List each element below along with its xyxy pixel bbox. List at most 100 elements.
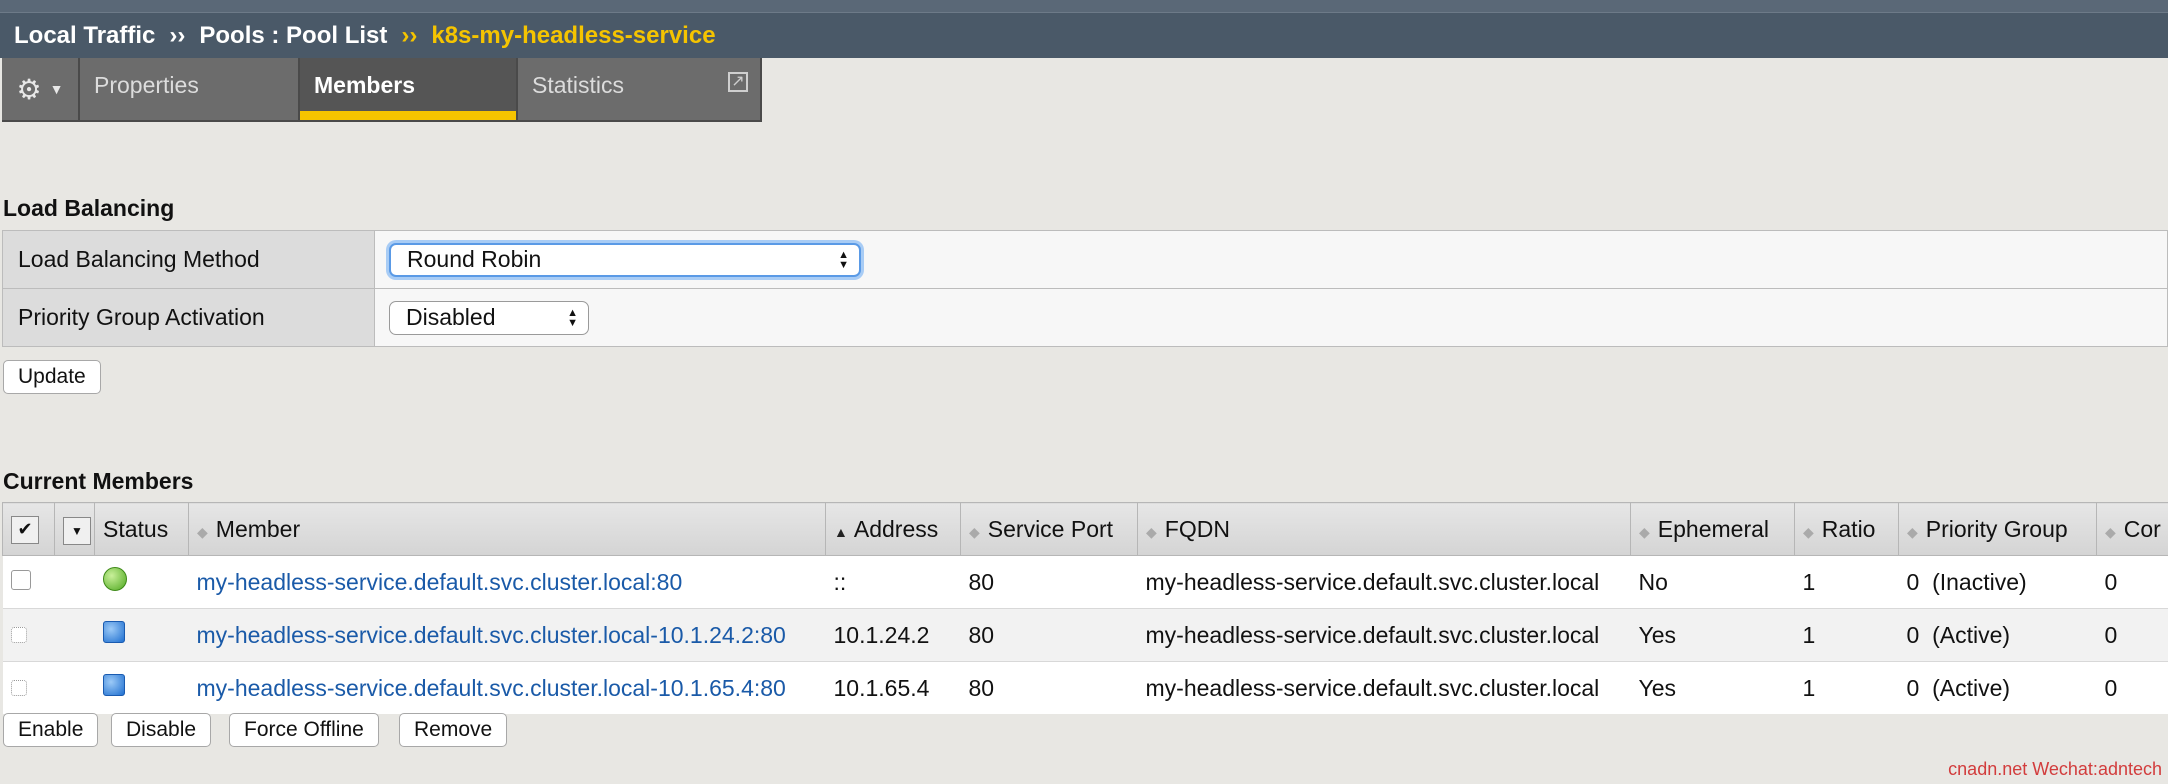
tab-statistics-label: Statistics [532, 72, 625, 98]
current-members-title: Current Members [3, 468, 194, 494]
member-ratio: 1 [1794, 661, 1899, 714]
member-link[interactable]: my-headless-service.default.svc.cluster.… [188, 661, 826, 714]
status-available-icon [102, 567, 127, 591]
member-link[interactable]: my-headless-service.default.svc.cluster.… [188, 608, 826, 662]
member-address: :: [825, 555, 961, 609]
member-ephemeral: Yes [1630, 608, 1795, 662]
priority-state: (Active) [1932, 621, 2011, 648]
tab-statistics[interactable]: Statistics ↗ [518, 58, 762, 122]
priority-group-value: Disabled [406, 304, 496, 330]
col-fqdn-label: FQDN [1164, 515, 1230, 542]
select-arrows-icon: ▲ ▼ [567, 306, 578, 329]
member-fqdn: my-headless-service.default.svc.cluster.… [1137, 555, 1631, 609]
member-priority-group: 0 (Active) [1898, 661, 2097, 714]
member-connection-limit: 0 [2096, 555, 2168, 609]
col-connection-limit-label: Cor [2123, 515, 2161, 542]
status-unknown-icon [102, 621, 125, 643]
col-address-label: Address [853, 515, 939, 542]
col-ephemeral-label: Ephemeral [1657, 515, 1770, 542]
tab-properties[interactable]: Properties [80, 58, 300, 122]
table-header-row: ✔ ▼ Status ◆ Member ▲ Address ◆ Service Por… [2, 502, 2168, 556]
tab-members[interactable]: Members [300, 58, 518, 122]
member-connection-limit: 0 [2096, 608, 2168, 662]
top-strip [0, 0, 2168, 12]
priority-value: 0 [1906, 568, 1920, 595]
sort-icon: ◆ [1639, 523, 1650, 540]
table-row: my-headless-service.default.svc.cluster.… [2, 661, 2168, 714]
member-port: 80 [960, 608, 1138, 662]
select-arrows-icon: ▲ ▼ [838, 248, 849, 271]
col-ephemeral[interactable]: ◆ Ephemeral [1630, 502, 1795, 556]
col-fqdn[interactable]: ◆ FQDN [1137, 502, 1631, 556]
tab-bar: ⚙ ▼ Properties Members Statistics ↗ [2, 58, 762, 122]
row-checkbox[interactable] [10, 626, 27, 643]
row-checkbox[interactable] [10, 569, 31, 590]
chevron-down-icon: ▼ [49, 81, 64, 97]
gear-icon: ⚙ [16, 73, 42, 105]
select-all-checkbox[interactable]: ✔ [11, 515, 39, 544]
sort-icon: ◆ [1146, 523, 1157, 540]
member-address: 10.1.65.4 [825, 661, 961, 714]
breadcrumb: Local Traffic ›› Pools : Pool List ›› k8… [0, 12, 2168, 58]
col-status[interactable]: Status [94, 502, 189, 556]
member-ratio: 1 [1794, 608, 1899, 662]
member-ratio: 1 [1794, 555, 1899, 609]
col-member-label: Member [215, 515, 301, 542]
member-ephemeral: No [1630, 555, 1795, 609]
sort-icon: ◆ [2105, 523, 2116, 540]
status-unknown-icon [102, 674, 125, 696]
popout-icon[interactable]: ↗ [728, 72, 748, 92]
col-service-port[interactable]: ◆ Service Port [960, 502, 1138, 556]
member-port: 80 [960, 555, 1138, 609]
breadcrumb-pool-list[interactable]: Pools : Pool List [199, 22, 387, 50]
tab-settings-menu[interactable]: ⚙ ▼ [2, 58, 80, 122]
table-row: my-headless-service.default.svc.cluster.… [2, 608, 2168, 662]
col-priority-group[interactable]: ◆ Priority Group [1898, 502, 2097, 556]
sort-icon: ◆ [1803, 523, 1814, 540]
lb-method-value: Round Robin [407, 246, 542, 272]
sort-ascending-icon: ▲ [834, 523, 848, 540]
breadcrumb-separator: ›› [401, 21, 418, 49]
member-link[interactable]: my-headless-service.default.svc.cluster.… [188, 555, 826, 609]
col-connection-limit[interactable]: ◆ Cor [2096, 502, 2168, 556]
priority-group-label: Priority Group Activation [2, 288, 375, 347]
enable-button[interactable]: Enable [3, 713, 99, 747]
col-ratio[interactable]: ◆ Ratio [1794, 502, 1899, 556]
sort-icon: ◆ [197, 523, 208, 540]
lb-method-select[interactable]: Round Robin ▲ ▼ [389, 242, 861, 277]
col-service-port-label: Service Port [987, 515, 1114, 542]
col-address[interactable]: ▲ Address [825, 502, 961, 556]
priority-state: (Active) [1932, 674, 2011, 701]
col-priority-group-label: Priority Group [1925, 515, 2068, 542]
breadcrumb-local-traffic[interactable]: Local Traffic [14, 22, 155, 50]
priority-value: 0 [1906, 674, 1920, 701]
col-ratio-label: Ratio [1821, 515, 1876, 542]
load-balancing-table: Load Balancing Method Round Robin ▲ ▼ Pri… [2, 230, 2168, 347]
table-row: my-headless-service.default.svc.cluster.… [2, 555, 2168, 609]
member-port: 80 [960, 661, 1138, 714]
member-fqdn: my-headless-service.default.svc.cluster.… [1137, 608, 1631, 662]
row-checkbox[interactable] [10, 679, 27, 696]
member-connection-limit: 0 [2096, 661, 2168, 714]
update-button[interactable]: Update [3, 360, 101, 394]
priority-group-select[interactable]: Disabled ▲ ▼ [389, 300, 589, 335]
member-priority-group: 0 (Inactive) [1898, 555, 2097, 609]
sort-icon: ◆ [1907, 523, 1918, 540]
priority-value: 0 [1906, 621, 1920, 648]
lb-method-label: Load Balancing Method [2, 230, 375, 289]
members-table: ✔ ▼ Status ◆ Member ▲ Address ◆ Service Por… [2, 502, 2168, 714]
chevron-down-icon[interactable]: ▼ [63, 516, 91, 545]
breadcrumb-current-pool: k8s-my-headless-service [431, 21, 716, 49]
disable-button[interactable]: Disable [111, 713, 212, 747]
force-offline-button[interactable]: Force Offline [229, 713, 379, 747]
breadcrumb-separator: ›› [169, 21, 186, 49]
priority-state: (Inactive) [1932, 568, 2027, 595]
remove-button[interactable]: Remove [399, 713, 508, 747]
sort-icon: ◆ [969, 523, 980, 540]
member-fqdn: my-headless-service.default.svc.cluster.… [1137, 661, 1631, 714]
member-priority-group: 0 (Active) [1898, 608, 2097, 662]
watermark: cnadn.net Wechat:adntech [1948, 759, 2162, 779]
load-balancing-title: Load Balancing [3, 195, 175, 221]
col-member[interactable]: ◆ Member [188, 502, 826, 556]
member-ephemeral: Yes [1630, 661, 1795, 714]
